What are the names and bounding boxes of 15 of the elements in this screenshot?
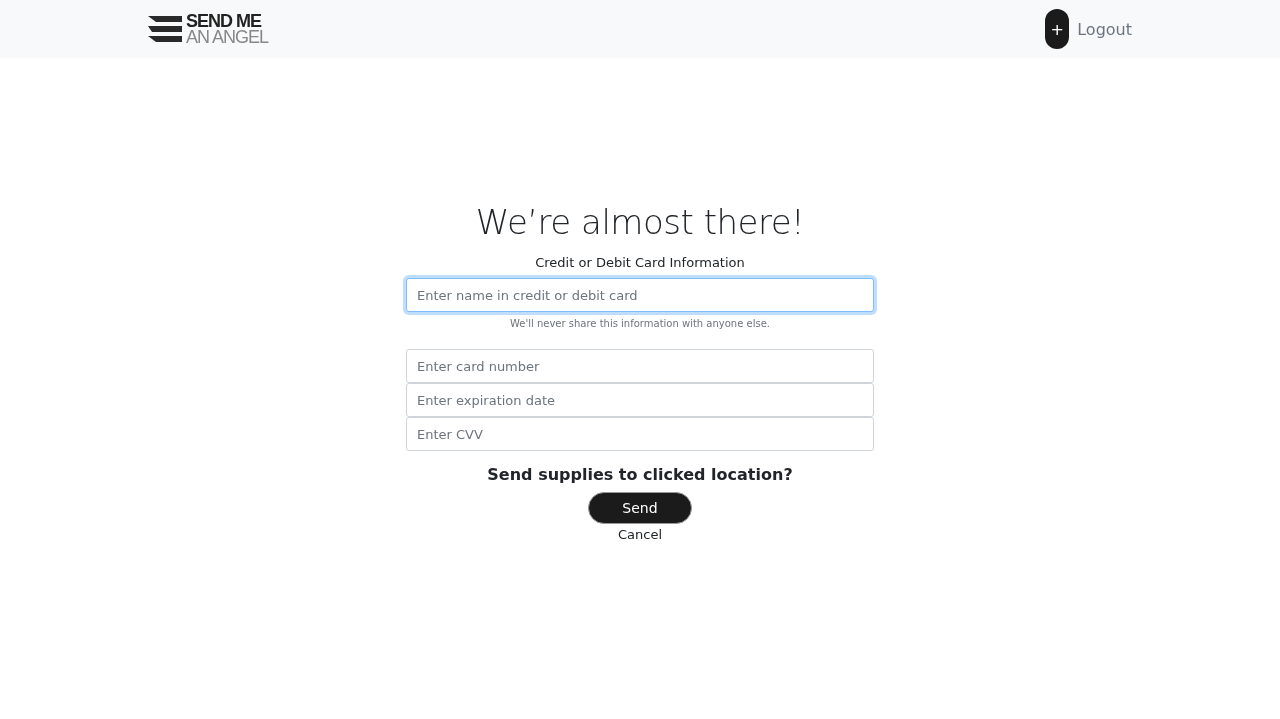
help-text: We'll never share this information with anyone else. [509, 318, 770, 329]
input-field[interactable]: Enter card number [406, 349, 874, 383]
question-text: Send supplies to clicked location? [487, 465, 793, 484]
send-button[interactable]: Send [588, 492, 692, 524]
input-field[interactable]: Enter CVV [406, 417, 874, 451]
logo-icon [148, 14, 182, 44]
cancel-link[interactable]: Cancel [617, 527, 662, 542]
page-title: We’re almost there! [474, 202, 806, 242]
logo-text: AN ANGEL [186, 29, 269, 45]
logout-link[interactable]: Logout [1077, 19, 1132, 39]
logo-text: SEND ME [186, 13, 262, 29]
section-label: Credit or Debit Card Information [535, 255, 745, 270]
input-field[interactable]: Enter expiration date [406, 383, 874, 417]
add-button[interactable]: + [1045, 9, 1070, 49]
input-field[interactable]: Enter name in credit or debit card [406, 278, 874, 312]
